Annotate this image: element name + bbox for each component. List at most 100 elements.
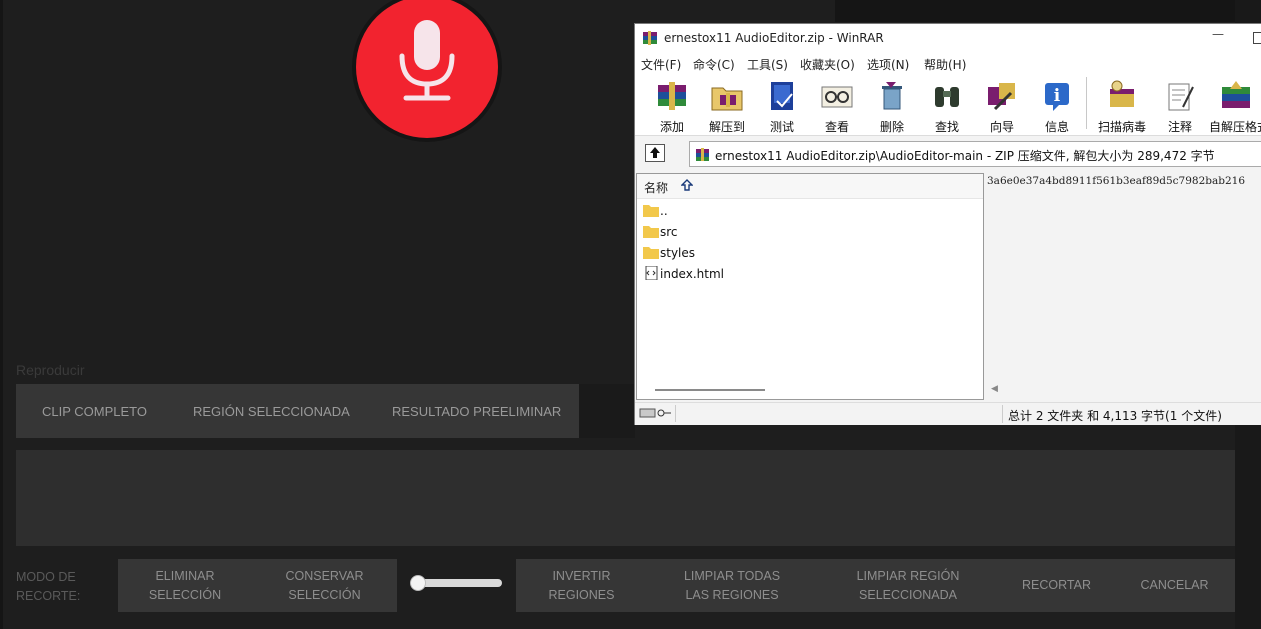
modo-label-line1: MODO DE <box>16 570 76 584</box>
zip-archive-icon <box>696 148 709 161</box>
extract-folder-icon <box>711 87 743 111</box>
toolbar-label: 查看 <box>824 120 849 134</box>
btn-line: LIMPIAR REGIÓN <box>856 568 960 583</box>
menu-commands[interactable]: 命令(C) <box>693 56 735 73</box>
waveform-area[interactable] <box>16 450 1235 546</box>
info-icon: i <box>1045 83 1069 111</box>
app-top-strip <box>835 0 1235 22</box>
btn-line: SELECCIONADA <box>859 587 957 602</box>
menu-file[interactable]: 文件(F) <box>641 56 681 73</box>
playback-tabs: CLIP COMPLETO REGIÓN SELECCIONADA RESULT… <box>16 384 579 438</box>
winrar-titlebar[interactable]: ernestox11 AudioEditor.zip - WinRAR — <box>635 24 1261 52</box>
microphone-icon <box>399 20 455 101</box>
toolbar-label: 查找 <box>934 120 959 134</box>
recortar-button[interactable]: RECORTAR <box>999 559 1114 612</box>
winrar-title: ernestox11 AudioEditor.zip - WinRAR <box>664 31 884 45</box>
eliminar-seleccion-button[interactable]: ELIMINAR SELECCIÓN <box>118 559 252 612</box>
comment-icon <box>1168 83 1194 111</box>
region-actions-group: INVERTIR REGIONES LIMPIAR TODAS LAS REGION… <box>516 559 1235 612</box>
tab-region-seleccionada[interactable]: REGIÓN SELECCIONADA <box>193 384 350 438</box>
toolbar-label: 删除 <box>879 120 904 134</box>
toolbar-separator <box>1086 77 1087 129</box>
view-glasses-icon <box>821 86 853 108</box>
winrar-toolbar: 添加 解压到 测试 查看 删除 查找 向导 i 信息 扫描病毒 注释 自解压格 <box>635 74 1261 136</box>
minimize-button[interactable]: — <box>1211 27 1225 47</box>
status-bar: 总计 2 文件夹 和 4,113 字节(1 个文件) <box>635 402 1261 425</box>
file-row-index-html[interactable]: index.html <box>641 263 971 284</box>
find-binoculars-icon <box>935 87 959 107</box>
maximize-button[interactable] <box>1253 32 1261 44</box>
file-row-styles[interactable]: styles <box>641 242 971 263</box>
toolbar-find-button[interactable]: 查找 <box>920 77 974 134</box>
file-name: styles <box>660 246 696 260</box>
menu-favorites[interactable]: 收藏夹(O) <box>800 56 855 73</box>
btn-line: ELIMINAR <box>155 568 215 583</box>
limpiar-region-button[interactable]: LIMPIAR REGIÓN SELECCIONADA <box>817 559 999 612</box>
folder-icon <box>643 226 659 238</box>
btn-line: SELECCIÓN <box>148 587 222 602</box>
zoom-slider-thumb[interactable] <box>410 575 426 591</box>
toolbar-view-button[interactable]: 查看 <box>810 77 864 134</box>
status-text: 总计 2 文件夹 和 4,113 字节(1 个文件) <box>1008 409 1222 423</box>
file-name: .. <box>660 204 668 218</box>
svg-text:i: i <box>1054 86 1061 106</box>
record-mic-button[interactable] <box>356 0 498 138</box>
cancelar-button[interactable]: CANCELAR <box>1114 559 1235 612</box>
modo-label-line2: RECORTE: <box>16 589 81 603</box>
zoom-slider-track[interactable] <box>416 579 502 587</box>
toolbar-label: 自解压格式 <box>1209 120 1261 134</box>
delete-recycle-icon <box>882 82 902 110</box>
toolbar-label: 扫描病毒 <box>1097 120 1146 134</box>
wizard-icon <box>988 83 1015 111</box>
toolbar-wizard-button[interactable]: 向导 <box>975 77 1029 134</box>
toolbar-comment-button[interactable]: 注释 <box>1153 77 1207 134</box>
app-left-edge <box>0 0 3 629</box>
toolbar-label: 解压到 <box>708 120 745 134</box>
winrar-window[interactable]: ernestox11 AudioEditor.zip - WinRAR — 文件… <box>634 23 1261 425</box>
address-bar[interactable]: ernestox11 AudioEditor.zip\AudioEditor-m… <box>689 141 1261 167</box>
modo-recorte-label: MODO DE RECORTE: <box>16 568 80 606</box>
btn-line: INVERTIR <box>552 568 611 583</box>
toolbar-extract-button[interactable]: 解压到 <box>700 77 754 134</box>
invertir-regiones-button[interactable]: INVERTIR REGIONES <box>516 559 647 612</box>
playback-tabs-filler <box>579 384 635 438</box>
comment-preview-pane: 3a6e0e37a4bd8911f561b3eaf89d5c7982bab216… <box>986 173 1261 400</box>
toolbar-add-button[interactable]: 添加 <box>645 77 699 134</box>
btn-line: CONSERVAR <box>285 568 364 583</box>
menu-options[interactable]: 选项(N) <box>867 56 909 73</box>
archive-comment: 3a6e0e37a4bd8911f561b3eaf89d5c7982bab216 <box>987 175 1245 187</box>
winrar-menubar: 文件(F) 命令(C) 工具(S) 收藏夹(O) 选项(N) 帮助(H) <box>635 52 1261 74</box>
conservar-seleccion-button[interactable]: CONSERVAR SELECCIÓN <box>252 559 397 612</box>
folder-icon <box>643 247 659 259</box>
toolbar-test-button[interactable]: 测试 <box>755 77 809 134</box>
folder-icon <box>643 205 659 217</box>
toolbar-virus-scan-button[interactable]: 扫描病毒 <box>1095 77 1149 134</box>
trim-mode-group: ELIMINAR SELECCIÓN CONSERVAR SELECCIÓN <box>118 559 397 612</box>
scroll-left-arrow-icon[interactable]: ◀ <box>991 384 998 394</box>
status-drive-cell[interactable] <box>637 405 676 422</box>
html-file-icon <box>645 266 658 280</box>
up-folder-button[interactable] <box>645 144 665 162</box>
file-row-parent[interactable]: .. <box>641 200 971 221</box>
limpiar-todas-button[interactable]: LIMPIAR TODAS LAS REGIONES <box>647 559 817 612</box>
tab-clip-completo[interactable]: CLIP COMPLETO <box>42 384 147 438</box>
sort-ascending-icon <box>681 179 693 191</box>
file-name: src <box>660 225 678 239</box>
toolbar-delete-button[interactable]: 删除 <box>865 77 919 134</box>
drive-key-icon <box>639 408 671 418</box>
toolbar-sfx-button[interactable]: 自解压格式 <box>1209 77 1261 134</box>
toolbar-label: 测试 <box>769 120 794 134</box>
up-arrow-icon <box>650 147 660 158</box>
toolbar-info-button[interactable]: i 信息 <box>1030 77 1084 134</box>
menu-tools[interactable]: 工具(S) <box>747 56 788 73</box>
horizontal-scrollbar[interactable] <box>655 389 765 391</box>
column-name-label[interactable]: 名称 <box>644 179 668 196</box>
virus-scan-icon <box>1110 80 1134 107</box>
winrar-app-icon <box>643 31 657 45</box>
file-row-src[interactable]: src <box>641 221 971 242</box>
column-header[interactable]: 名称 <box>637 174 983 199</box>
file-list[interactable]: 名称 .. src styles index.html <box>636 173 984 400</box>
tab-resultado-preeliminar[interactable]: RESULTADO PREELIMINAR <box>392 384 561 438</box>
menu-help[interactable]: 帮助(H) <box>924 56 966 73</box>
btn-line: LAS REGIONES <box>685 587 779 602</box>
